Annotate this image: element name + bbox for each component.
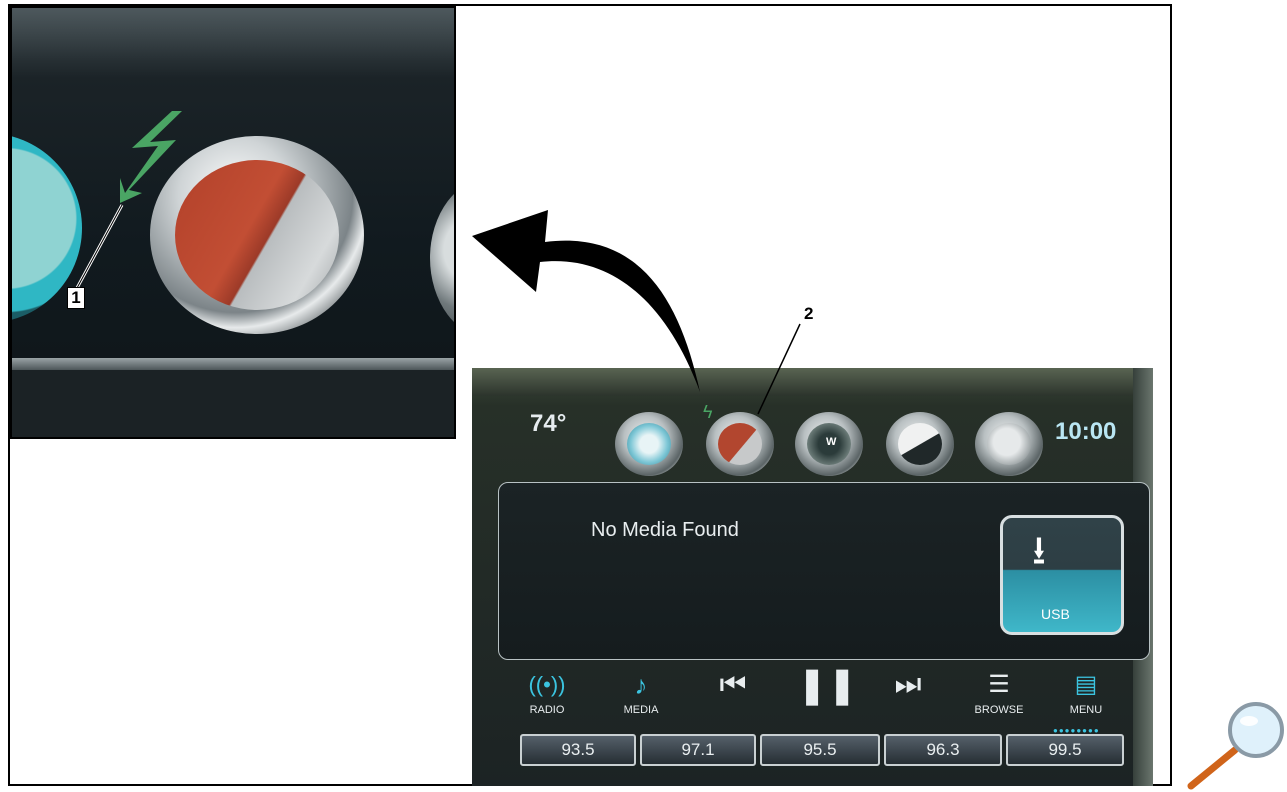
- magnifier-icon[interactable]: [1183, 700, 1287, 792]
- curved-arrow-icon: [472, 210, 700, 392]
